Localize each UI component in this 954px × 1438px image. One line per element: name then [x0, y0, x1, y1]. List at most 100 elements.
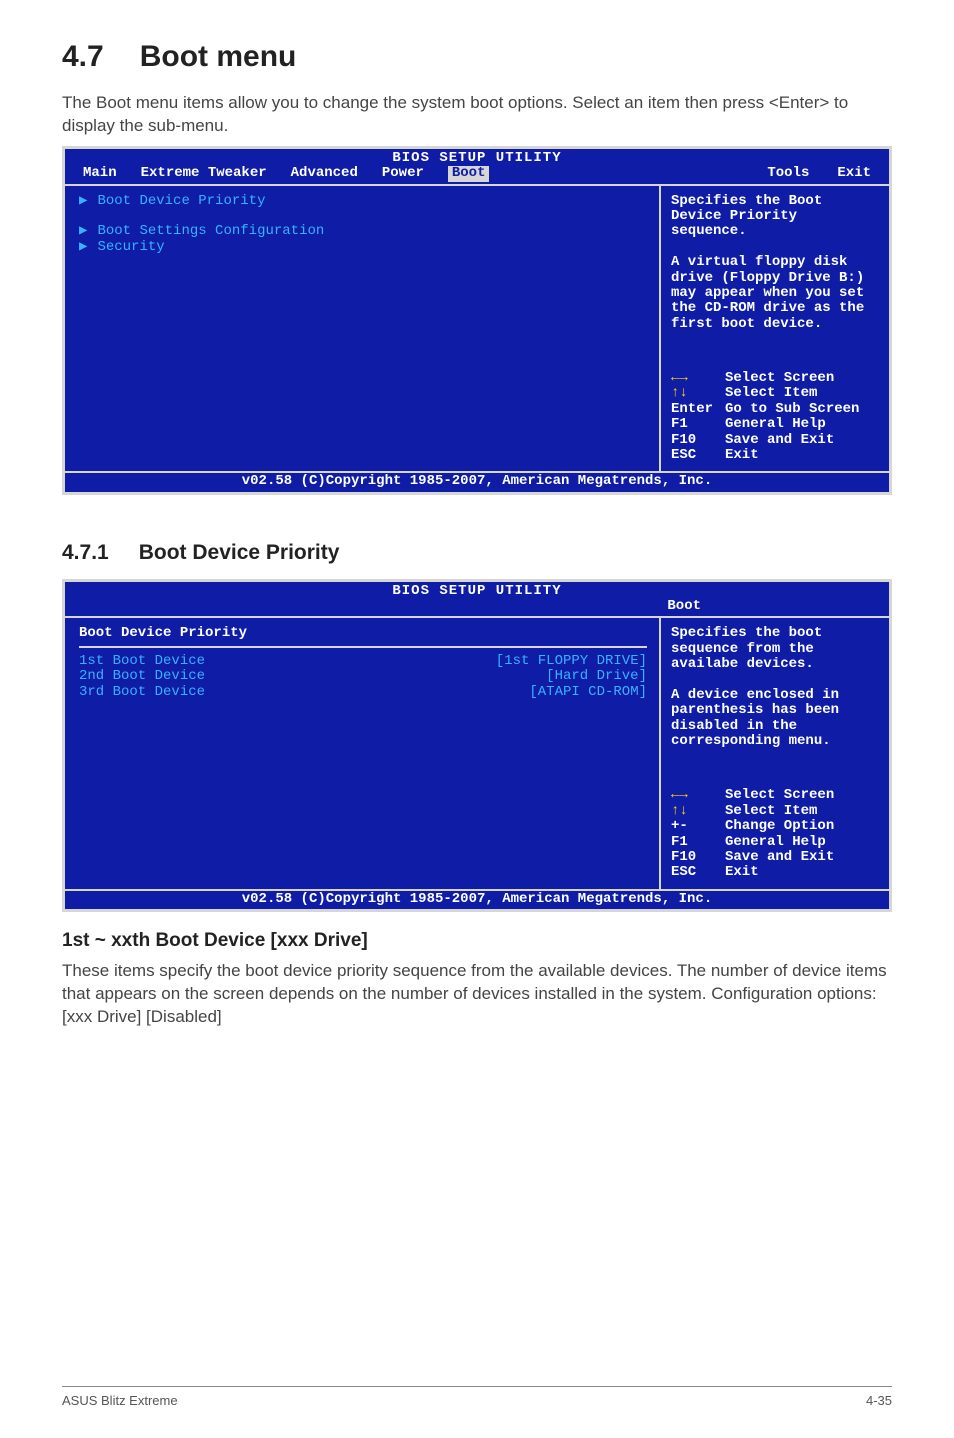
- sub-heading: 1st ~ xxth Boot Device [xxx Drive]: [62, 930, 892, 952]
- menu-item-boot-settings-config[interactable]: ▶ Boot Settings Configuration: [79, 224, 647, 239]
- row-label: 2nd Boot Device: [79, 669, 546, 684]
- nav-label: Select Item: [725, 386, 879, 401]
- help-text-2: A virtual floppy disk drive (Floppy Driv…: [671, 255, 879, 332]
- nav-row: ↑↓ Select Item: [671, 386, 879, 401]
- menu-item-boot-device-priority[interactable]: ▶ Boot Device Priority: [79, 194, 647, 209]
- nav-row: ESCExit: [671, 865, 879, 880]
- subsection-number: 4.7.1: [62, 541, 109, 565]
- nav-row: EnterGo to Sub Screen: [671, 402, 879, 417]
- bios-right-pane: Specifies the boot sequence from the ava…: [661, 618, 889, 888]
- tab-advanced[interactable]: Advanced: [291, 166, 358, 181]
- spacer-row: [79, 271, 647, 286]
- spacer-row: [79, 777, 647, 792]
- submenu-arrow-icon: ▶: [79, 194, 87, 209]
- subsection-heading: 4.7.1 Boot Device Priority: [62, 541, 892, 565]
- spacer-row: [79, 378, 647, 393]
- spacer-row: [79, 700, 647, 715]
- spacer-row: [671, 673, 879, 688]
- spacer-row: [79, 731, 647, 746]
- bios-body: ▶ Boot Device Priority ▶ Boot Settings C…: [65, 184, 889, 472]
- nav-label: Save and Exit: [725, 850, 879, 865]
- bios-left-pane: Boot Device Priority 1st Boot Device [1s…: [65, 618, 661, 888]
- bios-title: BIOS SETUP UTILITY: [65, 582, 889, 599]
- menu-label: Security: [97, 240, 647, 255]
- boot-device-row-3[interactable]: 3rd Boot Device [ATAPI CD-ROM]: [79, 685, 647, 700]
- nav-row: ESCExit: [671, 448, 879, 463]
- bios-nav-help: ←→Select Screen ↑↓Select Item +-Change O…: [671, 788, 879, 880]
- tab-boot[interactable]: Boot: [448, 166, 490, 181]
- spacer-row: [671, 332, 879, 347]
- spacer-row: [671, 765, 879, 780]
- arrows-ud-icon: ↑↓: [671, 803, 688, 819]
- bios-title: BIOS SETUP UTILITY: [65, 149, 889, 166]
- bios-tab-bar: Boot: [65, 599, 889, 616]
- spacer-row: [79, 363, 647, 378]
- tab-extreme-tweaker[interactable]: Extreme Tweaker: [141, 166, 267, 181]
- spacer-row: [79, 746, 647, 761]
- spacer-row: [671, 240, 879, 255]
- tab-power[interactable]: Power: [382, 166, 424, 181]
- section-number: 4.7: [62, 40, 104, 74]
- page-footer: ASUS Blitz Extreme 4-35: [62, 1386, 892, 1408]
- boot-device-row-2[interactable]: 2nd Boot Device [Hard Drive]: [79, 669, 647, 684]
- nav-row: ←→ Select Screen: [671, 371, 879, 386]
- nav-key: +-: [671, 819, 725, 834]
- tab-boot[interactable]: Boot: [667, 599, 701, 614]
- spacer-row: [79, 255, 647, 270]
- help-text-1: Specifies the boot sequence from the ava…: [671, 626, 879, 672]
- spacer-row: [79, 286, 647, 301]
- row-value: [ATAPI CD-ROM]: [529, 685, 647, 700]
- submenu-arrow-icon: ▶: [79, 240, 87, 255]
- spacer-row: [79, 792, 647, 807]
- tab-exit[interactable]: Exit: [837, 166, 871, 181]
- bios-panel-boot-priority: BIOS SETUP UTILITY Boot Boot Device Prio…: [62, 579, 892, 912]
- spacer-row: [79, 715, 647, 730]
- nav-key: F10: [671, 850, 725, 865]
- spacer-row: [671, 750, 879, 765]
- spacer-row: [79, 762, 647, 777]
- footer-right: 4-35: [866, 1393, 892, 1408]
- nav-label: Select Screen: [725, 788, 879, 803]
- tab-main[interactable]: Main: [83, 166, 117, 181]
- nav-key: F1: [671, 417, 725, 432]
- row-label: 3rd Boot Device: [79, 685, 529, 700]
- boot-device-row-1[interactable]: 1st Boot Device [1st FLOPPY DRIVE]: [79, 654, 647, 669]
- nav-label: Select Screen: [725, 371, 879, 386]
- nav-row: F10Save and Exit: [671, 433, 879, 448]
- menu-item-security[interactable]: ▶ Security: [79, 240, 647, 255]
- sub-body: These items specify the boot device prio…: [62, 960, 892, 1029]
- nav-row: F1General Help: [671, 835, 879, 850]
- nav-label: Exit: [725, 865, 879, 880]
- nav-label: Go to Sub Screen: [725, 402, 879, 417]
- pane-header: Boot Device Priority: [79, 626, 647, 641]
- nav-label: Exit: [725, 448, 879, 463]
- spacer-row: [79, 317, 647, 332]
- section-title: Boot menu: [140, 40, 297, 73]
- help-text-1: Specifies the Boot Device Priority seque…: [671, 194, 879, 240]
- spacer-row: [79, 808, 647, 823]
- tab-tools[interactable]: Tools: [767, 166, 809, 181]
- nav-label: Change Option: [725, 819, 879, 834]
- nav-key: F10: [671, 433, 725, 448]
- nav-key: ESC: [671, 448, 725, 463]
- bios-panel-boot-menu: BIOS SETUP UTILITY Main Extreme Tweaker …: [62, 146, 892, 495]
- spacer-row: [79, 301, 647, 316]
- spacer: [83, 599, 667, 614]
- nav-row: F1General Help: [671, 417, 879, 432]
- menu-label: Boot Settings Configuration: [97, 224, 647, 239]
- nav-label: Select Item: [725, 804, 879, 819]
- section-intro: The Boot menu items allow you to change …: [62, 92, 892, 138]
- arrows-ud-icon: ↑↓: [671, 385, 688, 401]
- arrows-lr-icon: ←→: [671, 370, 688, 386]
- pane-header-label: Boot Device Priority: [79, 626, 247, 641]
- footer-left: ASUS Blitz Extreme: [62, 1393, 178, 1408]
- nav-key: F1: [671, 835, 725, 850]
- bios-nav-help: ←→ Select Screen ↑↓ Select Item EnterGo to…: [671, 371, 879, 463]
- bios-body: Boot Device Priority 1st Boot Device [1s…: [65, 616, 889, 888]
- bios-footer: v02.58 (C)Copyright 1985-2007, American …: [65, 889, 889, 909]
- spacer-row: [671, 348, 879, 363]
- nav-label: General Help: [725, 835, 879, 850]
- subsection-title: Boot Device Priority: [139, 541, 340, 564]
- nav-row: +-Change Option: [671, 819, 879, 834]
- nav-label: Save and Exit: [725, 433, 879, 448]
